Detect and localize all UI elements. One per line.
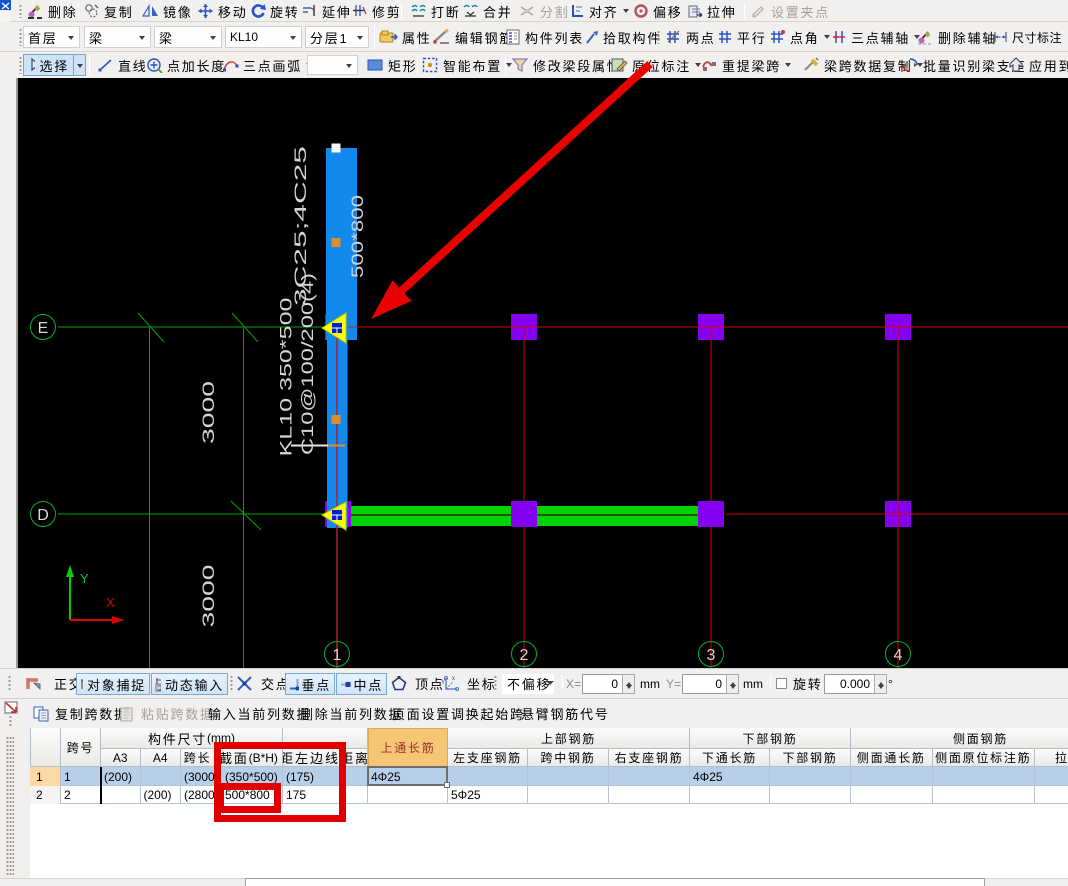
svg-text:500*800: 500*800 (348, 195, 367, 278)
svg-text:3000: 3000 (199, 381, 218, 444)
svg-text:KL10 350*500: KL10 350*500 (277, 298, 296, 457)
svg-text:3: 3 (707, 647, 716, 664)
svg-text:12: 12 (159, 686, 161, 692)
svg-text:X: X (106, 595, 115, 610)
svg-text:2: 2 (520, 647, 529, 664)
svg-text:3000: 3000 (199, 565, 218, 628)
svg-text:1: 1 (333, 647, 342, 664)
svg-text:E: E (38, 320, 49, 337)
svg-text:4: 4 (894, 647, 903, 664)
svg-text:x: x (452, 676, 455, 682)
svg-text:3C25;4C25: 3C25;4C25 (291, 146, 310, 306)
svg-text:Y: Y (441, 680, 445, 686)
svg-text:Y: Y (80, 571, 89, 586)
svg-text:D: D (37, 507, 49, 524)
